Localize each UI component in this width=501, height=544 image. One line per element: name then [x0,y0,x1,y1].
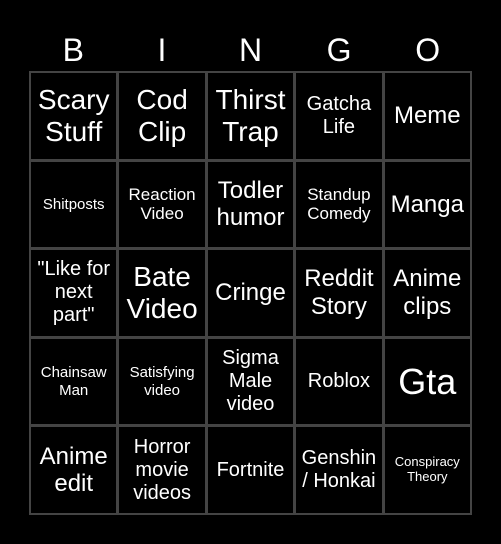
bingo-cell[interactable]: Manga [384,161,470,248]
bingo-board: Scary Stuff Cod Clip Thirst Trap Gatcha … [29,71,472,515]
bingo-cell[interactable]: "Like for next part" [31,250,117,336]
bingo-cell[interactable]: Standup Comedy [296,161,382,248]
cell-label: Thirst Trap [215,83,286,147]
cell-label: Reddit Story [304,265,374,320]
bingo-cell[interactable]: Conspiracy Theory [384,427,470,513]
bingo-cell[interactable]: Cringe [207,250,294,336]
bingo-header: B I N G O [29,30,472,70]
bingo-cell[interactable]: Chainsaw Man [31,338,117,425]
bingo-cell[interactable]: Sigma Male video [207,338,294,425]
cell-label: Meme [393,102,461,129]
header-letter-b: B [62,32,84,68]
bingo-cell[interactable]: Reaction Video [119,161,205,248]
cell-label: "Like for next part" [37,258,111,327]
cell-label: Genshin / Honkai [301,447,377,493]
bingo-cell[interactable]: Fortnite [207,427,294,513]
bingo-cell[interactable]: Anime edit [31,427,117,513]
bingo-cell[interactable]: Satisfying video [119,338,205,425]
bingo-cell[interactable]: Gta [384,338,470,425]
cell-label: Conspiracy Theory [394,454,460,485]
bingo-cell[interactable]: Reddit Story [296,250,382,336]
cell-label: Bate Video [126,260,198,324]
cell-label: Shitposts [42,195,105,213]
bingo-cell[interactable]: Anime clips [384,250,470,336]
cell-label: Cod Clip [136,83,188,147]
cell-label: Roblox [307,370,371,393]
cell-label: Anime clips [393,265,462,320]
cell-label: Anime edit [39,442,108,498]
cell-label: Gta [398,360,457,402]
bingo-cell[interactable]: Horror movie videos [119,427,205,513]
bingo-cell[interactable]: Meme [384,73,470,159]
bingo-cell[interactable]: Thirst Trap [207,73,294,159]
cell-label: Horror movie videos [133,435,191,504]
bingo-cell[interactable]: Gatcha Life [296,73,382,159]
bingo-cell[interactable]: Genshin / Honkai [296,427,382,513]
bingo-cell[interactable]: Bate Video [119,250,205,336]
header-letter-n: N [238,32,263,68]
header-letter-g: G [326,32,352,68]
cell-label: Chainsaw Man [40,364,107,399]
bingo-cell[interactable]: Shitposts [31,161,117,248]
cell-label: Satisfying video [129,364,195,399]
cell-label: Cringe [215,279,286,307]
cell-label: Fortnite [216,458,285,481]
cell-label: Standup Comedy [307,184,371,224]
cell-label: Gatcha Life [306,92,372,138]
header-letter-i: I [157,32,167,68]
header-letter-o: O [415,32,441,68]
cell-label: Sigma Male video [222,347,279,416]
bingo-cell[interactable]: Todler humor [207,161,294,248]
bingo-cell[interactable]: Roblox [296,338,382,425]
cell-label: Todler humor [216,176,285,232]
cell-label: Scary Stuff [37,83,110,147]
cell-label: Reaction Video [128,184,196,224]
bingo-cell[interactable]: Cod Clip [119,73,205,159]
bingo-cell[interactable]: Scary Stuff [31,73,117,159]
cell-label: Manga [390,190,464,218]
